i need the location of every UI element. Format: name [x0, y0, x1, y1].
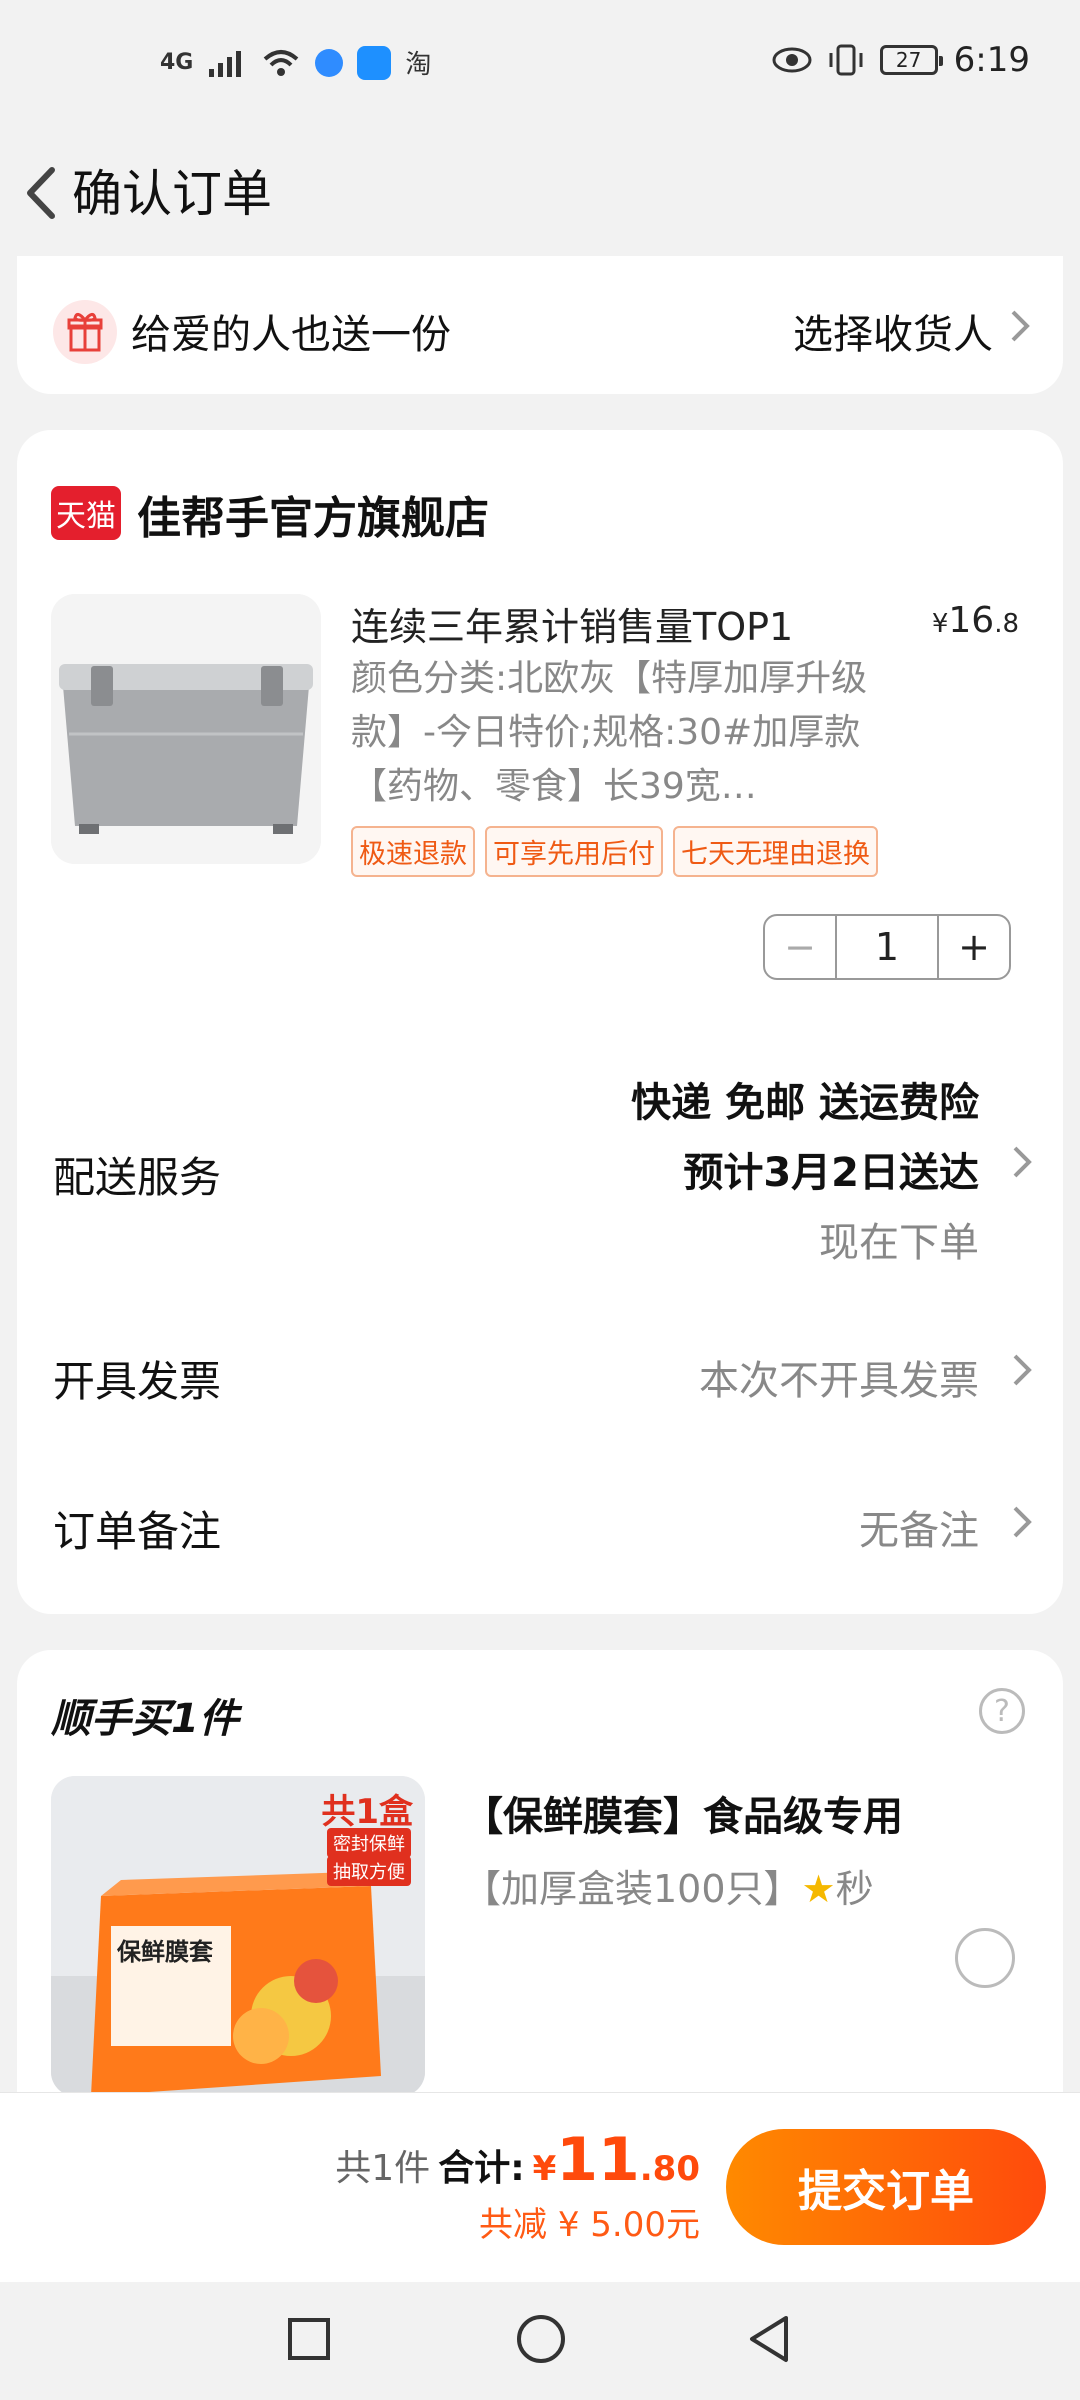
item-count: 共1件: [335, 2148, 431, 2189]
vibrate-icon: [829, 44, 863, 76]
addon-img-tag1: 密封保鲜: [327, 1828, 411, 1858]
addon-title: 顺手买1件: [51, 1696, 239, 1742]
select-recipient[interactable]: 选择收货人: [793, 302, 993, 360]
addon-desc-tail: 秒: [835, 1867, 874, 1911]
clock: 6:19: [953, 40, 1030, 80]
order-note-label: 订单备注: [53, 1507, 222, 1556]
chevron-right-icon: [1013, 1354, 1032, 1386]
battery-level: 27: [895, 48, 922, 72]
product-price: ¥16.8: [932, 600, 1019, 641]
increase-button[interactable]: +: [937, 916, 1009, 978]
total-amount: ¥11.80: [533, 2125, 700, 2195]
chevron-right-icon: [1013, 1506, 1032, 1538]
shipping-order-now: 现在下单: [819, 1220, 979, 1266]
addon-product-name[interactable]: 【保鲜膜套】食品级专用: [463, 1784, 903, 1842]
total-symbol: ¥: [532, 2149, 557, 2189]
system-nav-bar: [0, 2282, 1080, 2400]
order-note-value[interactable]: 无备注: [859, 1498, 979, 1556]
price-decimal: .8: [994, 609, 1019, 639]
status-left: 4G 淘: [160, 44, 431, 81]
taobao-icon: 淘: [405, 50, 432, 80]
discount-text: 共减 ¥ 5.00元: [479, 2205, 700, 2245]
page-header: 确认订单: [0, 140, 1080, 250]
addon-img-box-text: 保鲜膜套: [117, 1938, 213, 1966]
addon-product-desc: 【加厚盒装100只】★秒: [463, 1858, 874, 1913]
total-decimal: .80: [639, 2149, 700, 2189]
back-nav-icon[interactable]: [742, 2312, 796, 2366]
wifi-icon: [264, 49, 299, 76]
price-symbol: ¥: [931, 609, 949, 639]
battery-icon: 27: [879, 45, 943, 75]
status-right: 27 6:19: [772, 40, 1030, 80]
shipping-label: 配送服务: [53, 1153, 222, 1202]
submit-order-button[interactable]: 提交订单: [726, 2129, 1046, 2245]
checkout-bar: 共1件 合计: ¥11.80 共减 ¥ 5.00元 提交订单: [0, 2092, 1080, 2282]
recent-apps-icon[interactable]: [284, 2314, 334, 2364]
chevron-right-icon: [1013, 1146, 1032, 1178]
signal-icon: [209, 50, 242, 77]
addon-product-image[interactable]: 共1盒 密封保鲜 抽取方便 保鲜膜套: [51, 1776, 425, 2096]
tag-7day-return: 七天无理由退换: [673, 826, 878, 877]
home-icon[interactable]: [514, 2312, 568, 2366]
help-icon[interactable]: ?: [979, 1688, 1025, 1734]
eye-icon: [772, 47, 812, 73]
gift-card[interactable]: 给爱的人也送一份 选择收货人: [17, 256, 1063, 394]
store-card: 天猫 佳帮手官方旗舰店 连续三年累计销售量TOP1 ¥16.8 颜色分类:北欧灰…: [17, 430, 1063, 1614]
tmall-badge: 天猫: [51, 486, 121, 540]
addon-select-radio[interactable]: [955, 1928, 1015, 1988]
quantity-stepper[interactable]: − 1 +: [763, 914, 1011, 980]
addon-img-tag2: 抽取方便: [327, 1856, 411, 1886]
gift-label: 给爱的人也送一份: [131, 312, 451, 358]
product-image[interactable]: [51, 594, 321, 864]
shipping-eta[interactable]: 预计3月2日送达: [683, 1140, 979, 1198]
chevron-right-icon: [1011, 310, 1030, 342]
tag-fast-refund: 极速退款: [351, 826, 475, 877]
gift-icon: [53, 300, 117, 364]
total-integer: 11: [556, 2125, 640, 2195]
addon-img-badge: 共1盒: [321, 1792, 413, 1832]
addon-desc-text: 【加厚盒装100只】: [463, 1867, 802, 1911]
invoice-value[interactable]: 本次不开具发票: [699, 1348, 979, 1406]
product-title[interactable]: 连续三年累计销售量TOP1: [351, 596, 911, 651]
invoice-label: 开具发票: [53, 1357, 222, 1406]
shipping-method[interactable]: 快递 免邮 送运费险: [631, 1070, 979, 1128]
back-arrow-icon[interactable]: [14, 158, 74, 228]
status-bar: 4G 淘 27 6:19: [0, 0, 1080, 130]
store-name[interactable]: 佳帮手官方旗舰店: [137, 482, 489, 546]
total-label: 合计:: [438, 2148, 525, 2189]
star-icon: ★: [801, 1867, 836, 1911]
total-line: 共1件 合计: ¥11.80: [335, 2125, 700, 2195]
product-sku-desc[interactable]: 颜色分类:北欧灰【特厚加厚升级款】-今日特价;规格:30#加厚款【药物、零食】长…: [351, 652, 911, 814]
weather-app-icon: [357, 45, 392, 80]
app-icon-blue: [315, 48, 344, 77]
decrease-button[interactable]: −: [765, 916, 837, 978]
network-label: 4G: [160, 50, 194, 75]
tag-pay-later: 可享先用后付: [485, 826, 663, 877]
page-title: 确认订单: [72, 165, 272, 223]
quantity-value[interactable]: 1: [837, 916, 937, 978]
price-integer: 16: [948, 600, 995, 641]
service-tags: 极速退款 可享先用后付 七天无理由退换: [351, 826, 878, 877]
